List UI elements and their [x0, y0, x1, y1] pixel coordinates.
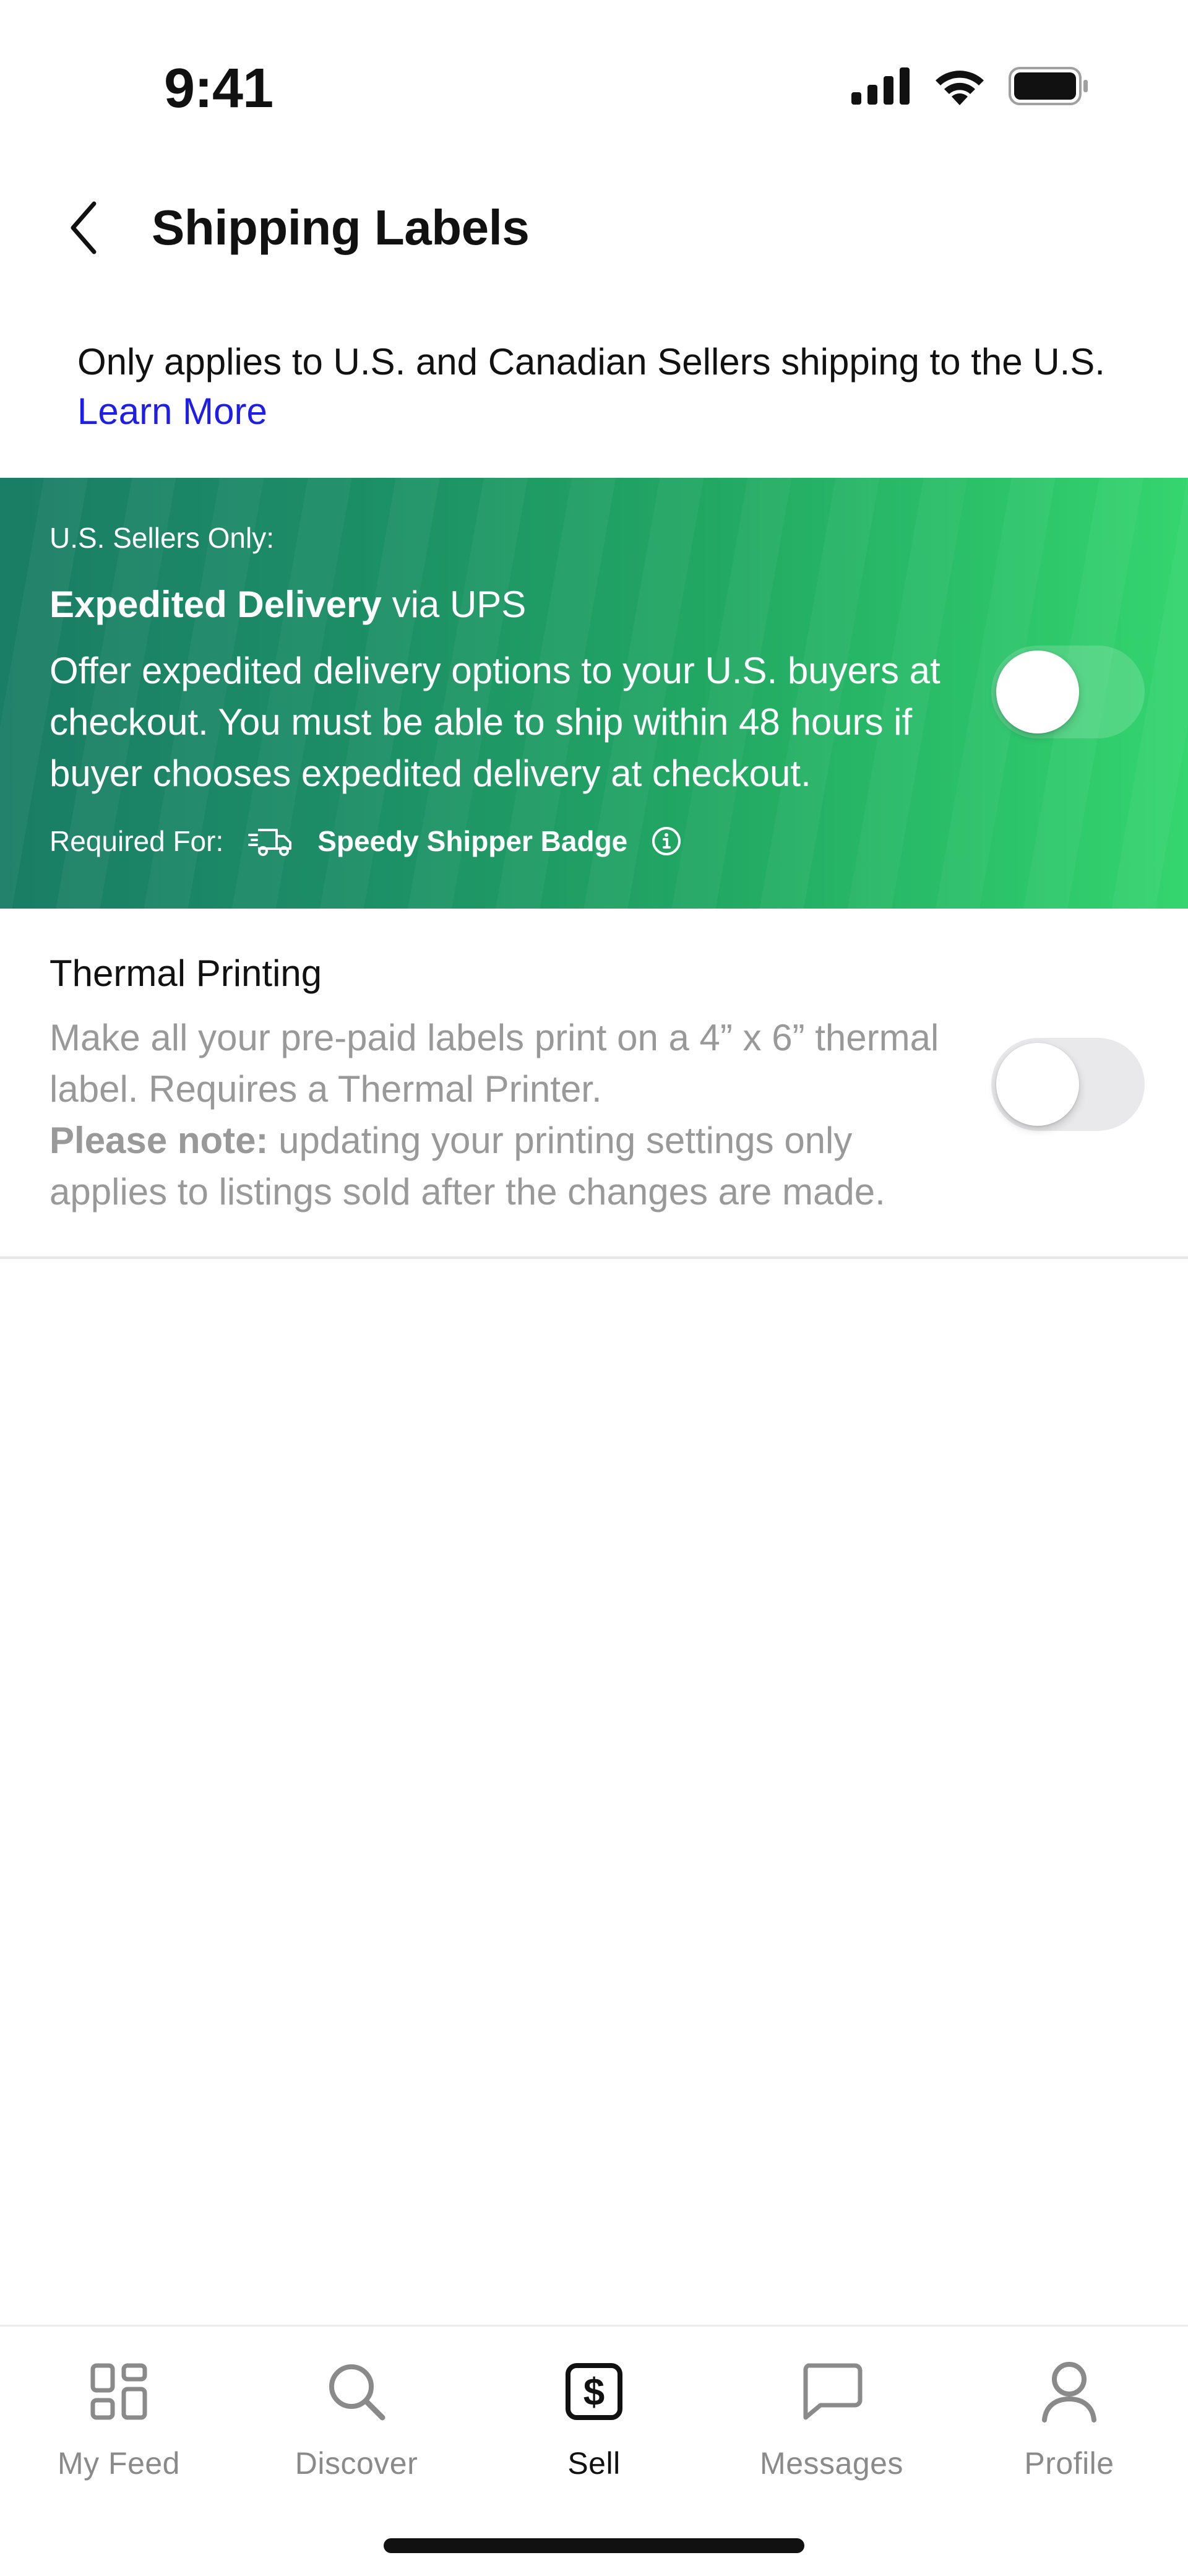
shipping-labels-screen: 9:41 Shipping Labels Only applies to U.S…: [0, 0, 1188, 2576]
tab-messages[interactable]: Messages: [713, 2351, 950, 2481]
tab-label: Sell: [567, 2446, 621, 2481]
tab-sell[interactable]: $ Sell: [475, 2351, 713, 2481]
battery-icon: [1009, 67, 1089, 108]
banner-eyebrow: U.S. Sellers Only:: [50, 522, 274, 554]
tab-profile[interactable]: Profile: [950, 2351, 1188, 2481]
tab-label: My Feed: [57, 2446, 180, 2481]
badge-name: Speedy Shipper Badge: [317, 825, 628, 857]
info-circle-icon[interactable]: [651, 826, 682, 857]
status-time: 9:41: [164, 58, 273, 119]
nav-header: Shipping Labels: [0, 173, 1188, 279]
status-icons: [851, 67, 1089, 108]
banner-title: Expedited Delivery via UPS: [50, 583, 526, 626]
thermal-printing-description: Make all your pre-paid labels print on a…: [50, 1012, 965, 1217]
chevron-left-icon: [68, 200, 99, 259]
section-divider: [0, 1256, 1188, 1259]
info-text: Only applies to U.S. and Canadian Seller…: [77, 341, 1105, 383]
home-indicator: [384, 2538, 804, 2553]
svg-text:$: $: [583, 2371, 605, 2414]
toggle-knob: [996, 650, 1079, 733]
status-bar: 9:41: [0, 0, 1188, 155]
dollar-tag-icon: $: [564, 2351, 624, 2432]
learn-more-link[interactable]: Learn More: [77, 387, 267, 436]
tab-label: Profile: [1024, 2446, 1114, 2481]
thermal-description-text: Make all your pre-paid labels print on a…: [50, 1017, 939, 1110]
tab-discover[interactable]: Discover: [238, 2351, 475, 2481]
chat-bubble-icon: [799, 2351, 864, 2432]
tab-my-feed[interactable]: My Feed: [0, 2351, 238, 2481]
fast-truck-icon: [248, 825, 294, 857]
search-icon: [325, 2351, 387, 2432]
banner-title-rest: via UPS: [381, 584, 527, 625]
expedited-delivery-banner: U.S. Sellers Only: Expedited Delivery vi…: [0, 478, 1188, 909]
banner-description: Offer expedited delivery options to your…: [50, 650, 940, 794]
thermal-printing-title: Thermal Printing: [50, 953, 322, 994]
grid-icon: [89, 2351, 148, 2432]
tab-label: Discover: [295, 2446, 418, 2481]
banner-title-bold: Expedited Delivery: [50, 584, 382, 625]
required-for-row: Required For: Speedy Shipper Badge: [50, 824, 682, 858]
required-for-label: Required For:: [50, 825, 224, 857]
person-icon: [1040, 2351, 1099, 2432]
back-button[interactable]: [59, 198, 108, 260]
wifi-icon: [933, 67, 986, 108]
expedited-delivery-toggle[interactable]: [991, 646, 1145, 738]
please-note-label: Please note:: [50, 1120, 269, 1161]
thermal-printing-toggle[interactable]: [991, 1038, 1145, 1131]
cellular-signal-icon: [851, 67, 911, 108]
tab-label: Messages: [760, 2446, 903, 2481]
page-title: Shipping Labels: [152, 200, 530, 255]
toggle-knob: [996, 1043, 1079, 1126]
bottom-tab-bar: My Feed Discover $ Sell Messages Profile: [0, 2325, 1188, 2576]
